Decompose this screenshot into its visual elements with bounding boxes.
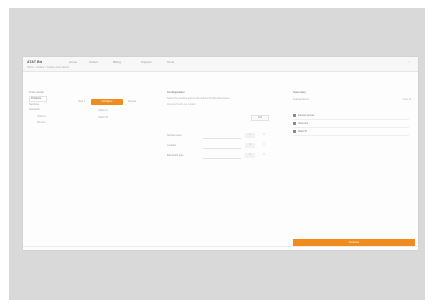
- sidebar-sub-options[interactable]: Options: [37, 115, 46, 118]
- details-title: Configuration: [167, 90, 185, 94]
- detail-row-value[interactable]: 1: [245, 153, 255, 158]
- checkbox-icon[interactable]: [293, 114, 296, 117]
- summary-item-label: Internet service: [298, 114, 315, 117]
- detail-row: Location 1 0: [167, 143, 275, 149]
- nav-item-billing[interactable]: Billing: [113, 60, 121, 64]
- detail-row-value[interactable]: 1: [245, 133, 255, 138]
- detail-row-value-secondary: 0: [263, 134, 265, 136]
- clear-all-link[interactable]: Clear all: [393, 98, 411, 101]
- wizard-steps: Step 1 Configure Review Option A Option …: [78, 99, 148, 139]
- detail-row-field[interactable]: [203, 153, 241, 159]
- sidebar-heading: Order details: [29, 91, 44, 94]
- details-description: Select the services and set the options …: [167, 97, 230, 100]
- step-active-label: Configure: [101, 100, 113, 103]
- detail-row-label: Location: [167, 144, 177, 147]
- summary-subtitle: Selected items: [293, 98, 309, 101]
- continue-button-label: Continue: [348, 241, 360, 244]
- detail-row-label: Service name: [167, 134, 182, 137]
- nav-item-support[interactable]: Support: [141, 60, 152, 64]
- nav-item-tools[interactable]: Tools: [167, 60, 174, 64]
- app-window: AT&T Biz Home Orders Billing Support Too…: [23, 57, 418, 250]
- nav-item-home[interactable]: Home: [69, 60, 77, 64]
- step-1[interactable]: Step 1: [78, 100, 85, 103]
- step-3[interactable]: Review: [128, 100, 136, 103]
- detail-row-field[interactable]: [203, 143, 241, 149]
- detail-row: Bandwidth plan 1 0: [167, 153, 275, 159]
- app-logo[interactable]: AT&T Biz: [27, 60, 49, 64]
- details-note: Required fields are marked: [167, 103, 196, 106]
- sidebar-item-accounts[interactable]: Accounts: [29, 108, 40, 111]
- sidebar: Order details Products Services Accounts…: [29, 91, 71, 151]
- step-active[interactable]: Configure: [91, 99, 123, 105]
- substep-a[interactable]: Option A: [98, 109, 108, 112]
- checkbox-icon[interactable]: [293, 130, 296, 133]
- close-icon[interactable]: ×: [408, 60, 412, 64]
- footer-divider: [23, 246, 418, 247]
- sidebar-sub-review[interactable]: Review: [37, 121, 45, 124]
- detail-row-label: Bandwidth plan: [167, 154, 184, 157]
- detail-row: Service name 1 0: [167, 133, 275, 139]
- detail-row-value[interactable]: 1: [245, 143, 255, 148]
- top-bar: AT&T Biz Home Orders Billing Support Too…: [23, 57, 418, 72]
- detail-row-field[interactable]: [203, 133, 241, 139]
- summary-item[interactable]: Voice line: [293, 121, 409, 128]
- breadcrumb: Home > Orders > Create order wizard: [27, 66, 69, 69]
- detail-row-value-secondary: 0: [263, 154, 265, 156]
- summary-item-label: Static IP: [298, 130, 307, 133]
- summary-item-label: Voice line: [298, 122, 309, 125]
- details-panel: Configuration Select the services and se…: [163, 89, 275, 239]
- summary-item[interactable]: Internet service: [293, 113, 409, 120]
- summary-item[interactable]: Static IP: [293, 129, 409, 136]
- nav-item-orders[interactable]: Orders: [89, 60, 98, 64]
- checkbox-icon[interactable]: [293, 122, 296, 125]
- sidebar-item-products[interactable]: Products: [31, 97, 41, 100]
- continue-button[interactable]: Continue: [293, 239, 415, 246]
- sidebar-item-services[interactable]: Services: [29, 103, 39, 106]
- detail-row-value-secondary: 0: [263, 144, 265, 146]
- edit-button[interactable]: Edit: [251, 115, 269, 121]
- summary-title: Summary: [293, 90, 306, 94]
- substep-b[interactable]: Option B: [98, 116, 108, 119]
- summary-panel: Summary Selected items Clear all Interne…: [291, 89, 413, 239]
